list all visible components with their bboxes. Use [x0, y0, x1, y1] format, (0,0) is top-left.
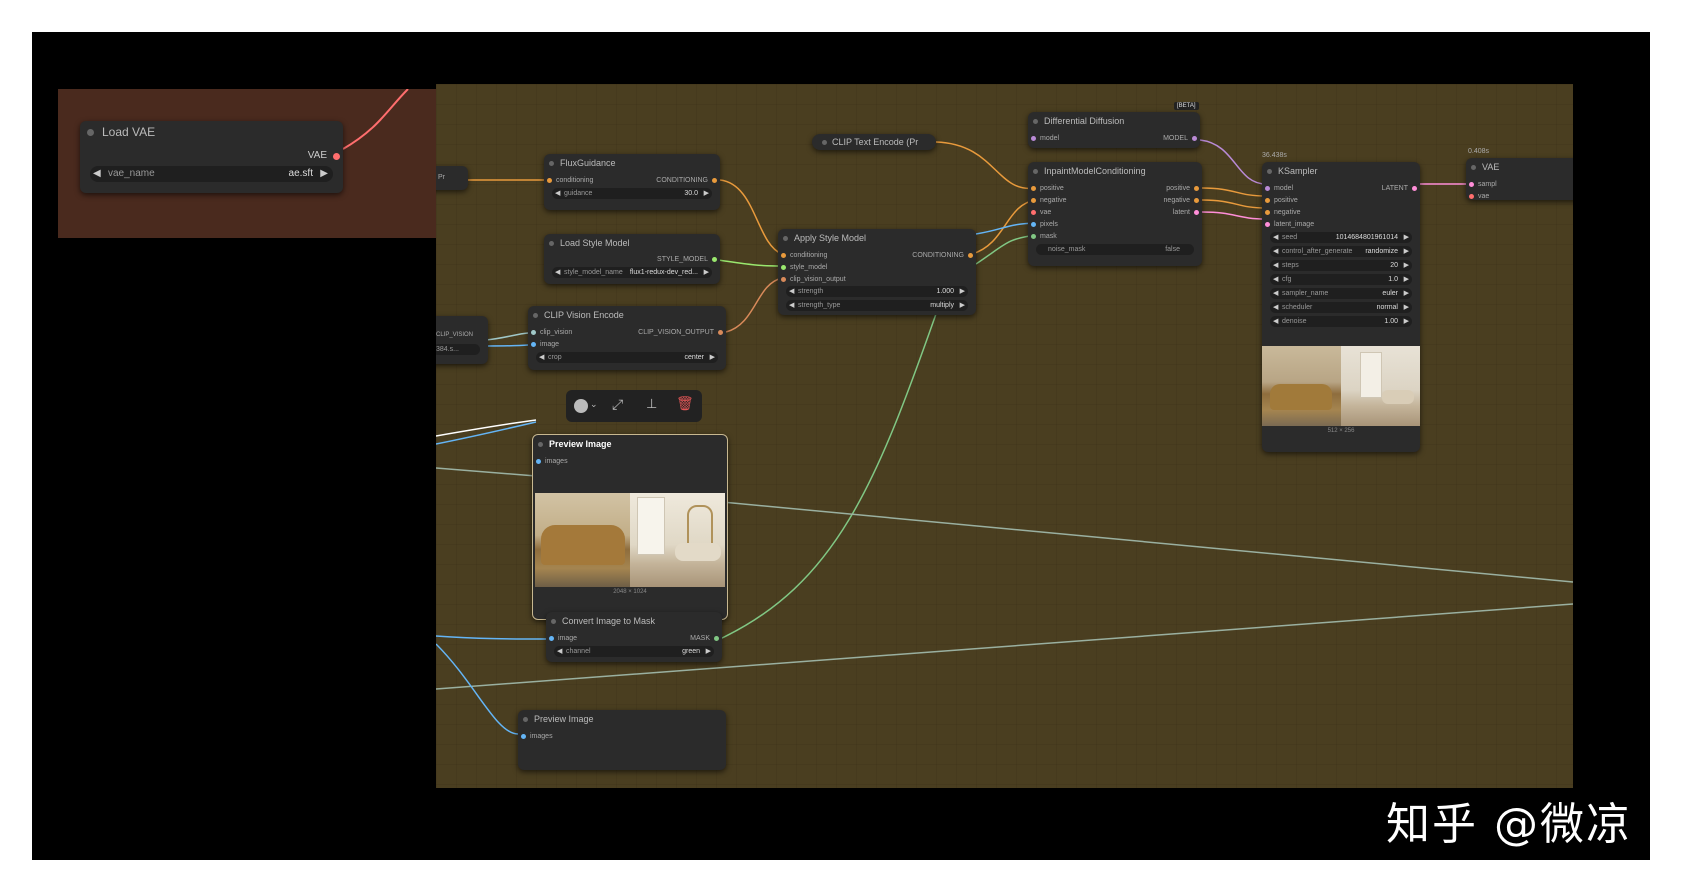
ksampler-node[interactable]: KSampler model LATENT positive negative …	[1262, 162, 1420, 452]
ksampler-time: 36.438s	[1262, 152, 1287, 159]
partial-clip-vision-node[interactable]: CLIP_VISION 384.s...	[436, 316, 488, 364]
vae-name-widget[interactable]: ◀ vae_name ae.sft ▶	[90, 166, 333, 182]
clip-text-encode-node[interactable]: CLIP Text Encode (Pr	[812, 134, 936, 150]
load-vae-panel: Load VAE VAE ◀ vae_name ae.sft ▶	[58, 89, 448, 238]
conditioning-out-pin[interactable]	[712, 178, 717, 183]
model-in-pin[interactable]	[1265, 186, 1270, 191]
video-frame: Load VAE VAE ◀ vae_name ae.sft ▶ Pr CLIP…	[32, 32, 1650, 860]
preview-image-node-2[interactable]: Preview Image images	[518, 710, 726, 770]
trash-icon[interactable]: 🗑	[676, 395, 694, 412]
scheduler-widget[interactable]: ◀ scheduler normal ▶	[1270, 302, 1412, 313]
node-toolbar: ⌄ ⤢ ⊥ 🗑	[566, 390, 702, 422]
clip-vision-encode-node[interactable]: CLIP Vision Encode clip_vision CLIP_VISI…	[528, 306, 726, 370]
color-picker-button[interactable]	[574, 399, 588, 413]
node-title: Preview Image	[534, 714, 594, 724]
negative-out-pin[interactable]	[1194, 198, 1199, 203]
denoise-widget[interactable]: ◀ denoise 1.00 ▶	[1270, 316, 1412, 327]
crop-widget[interactable]: ◀ crop center ▶	[536, 352, 718, 363]
latent-image-in-pin[interactable]	[1265, 222, 1270, 227]
noise-mask-widget[interactable]: noise_mask false	[1036, 244, 1194, 255]
load-vae-node[interactable]: Load VAE VAE ◀ vae_name ae.sft ▶	[80, 121, 343, 193]
mask-in-pin[interactable]	[1031, 234, 1036, 239]
clip-vision-output-in-pin[interactable]	[781, 277, 786, 282]
node-title: KSampler	[1278, 166, 1318, 176]
beta-badge: [BETA]	[1174, 102, 1199, 110]
mask-out-pin[interactable]	[714, 636, 719, 641]
sampler-name-widget[interactable]: ◀ sampler_name euler ▶	[1270, 288, 1412, 299]
node-title: Load Style Model	[560, 238, 630, 248]
differential-diffusion-node[interactable]: Differential Diffusion model MODEL	[1028, 112, 1200, 148]
preview-image-size: 2048 × 1024	[613, 589, 647, 595]
positive-in-pin[interactable]	[1265, 198, 1270, 203]
pin-icon[interactable]: ⊥	[646, 396, 657, 412]
node-graph-canvas[interactable]: Pr CLIP_VISION 384.s... FluxGuidance con…	[436, 84, 1573, 788]
ksampler-preview-image	[1262, 346, 1420, 426]
inpaint-model-conditioning-node[interactable]: InpaintModelConditioning positive negati…	[1028, 162, 1202, 266]
partial-widget[interactable]: 384.s...	[436, 344, 480, 355]
flux-guidance-node[interactable]: FluxGuidance conditioning CONDITIONING ◀…	[544, 154, 720, 210]
apply-style-model-node[interactable]: Apply Style Model conditioning CONDITION…	[778, 229, 976, 315]
steps-widget[interactable]: ◀ steps 20 ▶	[1270, 260, 1412, 271]
pixels-in-pin[interactable]	[1031, 222, 1036, 227]
conditioning-out-pin[interactable]	[968, 253, 973, 258]
images-in-pin[interactable]	[521, 734, 526, 739]
latent-out-pin[interactable]	[1412, 186, 1417, 191]
node-title: InpaintModelConditioning	[1044, 166, 1146, 176]
vae-output-pin[interactable]	[333, 153, 340, 160]
style-model-widget[interactable]: ◀ style_model_name flux1-redux-dev_red... ▶	[552, 267, 712, 278]
strength-type-widget[interactable]: ◀ strength_type multiply ▶	[786, 300, 968, 311]
node-title: CLIP Text Encode (Pr	[832, 137, 919, 147]
node-title: CLIP Vision Encode	[544, 310, 624, 320]
watermark-text: 知乎 @微凉	[1386, 799, 1632, 850]
node-title: Apply Style Model	[794, 233, 867, 243]
partial-left-node[interactable]: Pr	[436, 166, 468, 190]
load-style-model-node[interactable]: Load Style Model STYLE_MODEL ◀ style_mode…	[544, 234, 720, 284]
clip-vision-in-pin[interactable]	[531, 330, 536, 335]
ksampler-image-size: 512 × 256	[1327, 428, 1355, 434]
samples-in-pin[interactable]	[1469, 182, 1474, 187]
node-title: Differential Diffusion	[1044, 116, 1125, 126]
guidance-widget[interactable]: ◀ guidance 30.0 ▶	[552, 188, 712, 199]
bypass-icon[interactable]: ⤢	[612, 396, 623, 413]
image-in-pin[interactable]	[549, 636, 554, 641]
vae-decode-node[interactable]: VAE sampl vae	[1466, 158, 1573, 200]
negative-in-pin[interactable]	[1265, 210, 1270, 215]
vae-in-pin[interactable]	[1469, 194, 1474, 199]
model-out-pin[interactable]	[1192, 136, 1197, 141]
node-title: Preview Image	[549, 439, 612, 449]
conditioning-in-pin[interactable]	[547, 178, 552, 183]
seed-widget[interactable]: ◀ seed 1014684801961014 ▶	[1270, 232, 1412, 243]
clip-vision-out-pin[interactable]	[718, 330, 723, 335]
strength-widget[interactable]: ◀ strength 1.000 ▶	[786, 286, 968, 297]
node-title: Convert Image to Mask	[562, 616, 656, 626]
style-model-out-pin[interactable]	[712, 257, 717, 262]
positive-out-pin[interactable]	[1194, 186, 1199, 191]
chevron-down-icon[interactable]: ⌄	[590, 399, 598, 410]
latent-out-pin[interactable]	[1194, 210, 1199, 215]
convert-image-to-mask-node[interactable]: Convert Image to Mask image MASK ◀ channe…	[546, 612, 722, 662]
negative-in-pin[interactable]	[1031, 198, 1036, 203]
channel-widget[interactable]: ◀ channel green ▶	[554, 646, 714, 657]
vae-decode-time: 0.408s	[1468, 148, 1490, 155]
style-model-in-pin[interactable]	[781, 265, 786, 270]
node-title: FluxGuidance	[560, 158, 616, 168]
preview-image-node[interactable]: Preview Image images 2048 × 1024	[532, 434, 728, 620]
images-in-pin[interactable]	[536, 459, 541, 464]
vae-in-pin[interactable]	[1031, 210, 1036, 215]
cfg-widget[interactable]: ◀ cfg 1.0 ▶	[1270, 274, 1412, 285]
model-in-pin[interactable]	[1031, 136, 1036, 141]
output-label: VAE	[307, 150, 327, 161]
node-title: VAE	[1482, 162, 1500, 172]
image-in-pin[interactable]	[531, 342, 536, 347]
control-after-generate-widget[interactable]: ◀ control_after_generate randomize ▶	[1270, 246, 1412, 257]
conditioning-in-pin[interactable]	[781, 253, 786, 258]
node-title: Load VAE	[102, 125, 156, 139]
positive-in-pin[interactable]	[1031, 186, 1036, 191]
preview-image-output	[535, 493, 725, 587]
